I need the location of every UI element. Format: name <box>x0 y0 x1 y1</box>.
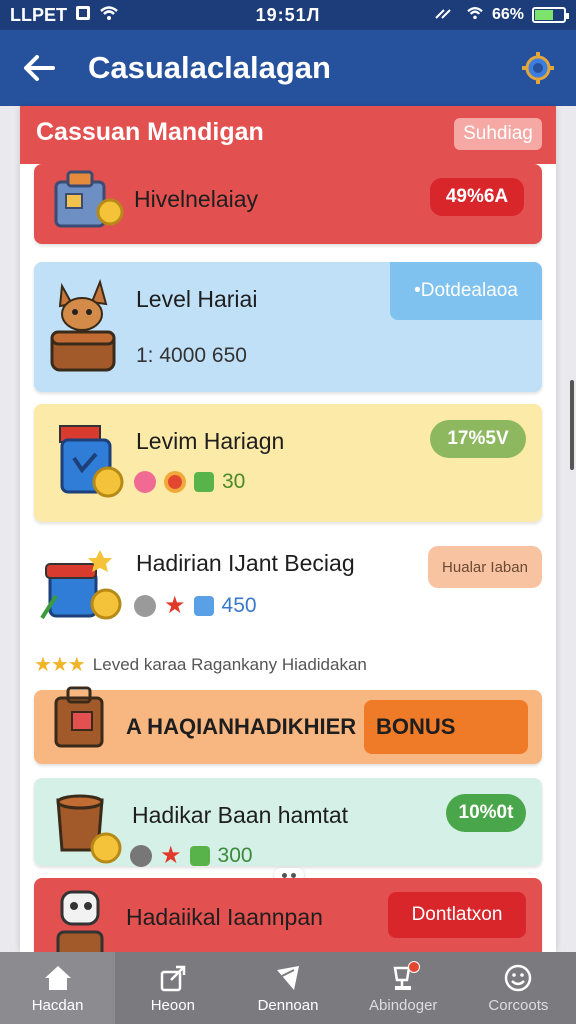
wifi-icon-right <box>466 6 484 25</box>
status-bar: LLPET 19:51Л 66% <box>0 0 576 30</box>
list-item[interactable]: Level Hariai 1: 4000 650 •Dotdealaoa <box>34 262 542 392</box>
card-stats: 30 <box>134 470 245 494</box>
block-icon <box>134 595 156 617</box>
card-title: Level Hariai <box>136 286 258 312</box>
list-item[interactable]: Hadirian IJant Beciag ★ 450 Hualar Iaban <box>34 530 542 640</box>
bonus-card[interactable]: A HAQIANHADIKHIER BONUS <box>34 686 542 764</box>
card-subtitle: 1: 4000 650 <box>136 344 247 367</box>
card-badge: 49%6A <box>430 178 524 216</box>
card-value: 300 <box>217 844 253 867</box>
battery-icon <box>532 7 569 23</box>
nav-item-send[interactable]: Dennoan <box>230 952 345 1024</box>
nav-label: Dennoan <box>257 996 319 1014</box>
send-icon <box>273 963 303 993</box>
list-item[interactable]: Hadaiikal Iaannpan Dontlatxon <box>34 878 542 952</box>
content-panel: Cassuan Mandigan Suhdiag Hivelnelaiay 49… <box>20 106 556 952</box>
nav-item-home[interactable]: Hacdan <box>0 952 116 1024</box>
treasure-chest-icon <box>52 684 110 759</box>
rating-row: ★★★ Leved karaa Ragankany Hiadidakan <box>34 652 367 677</box>
section-header-button[interactable]: Suhdiag <box>454 118 542 150</box>
card-title: Levim Hariagn <box>136 428 285 454</box>
card-value: 30 <box>222 470 246 493</box>
toolbox-icon <box>50 168 124 237</box>
list-item[interactable]: Levim Hariagn 30 17%5V <box>34 404 542 522</box>
card-badge: Hualar Iaban <box>428 546 542 588</box>
rating-text: Leved karaa Ragankany Hiadidakan <box>92 654 367 674</box>
gift-box-icon <box>40 546 128 635</box>
nav-label: Corcoots <box>488 996 549 1014</box>
blue-bag-icon <box>56 418 128 511</box>
gear-icon <box>522 52 554 84</box>
clock: 19:51Л <box>255 4 321 25</box>
robot-icon <box>52 888 112 952</box>
nav-item-trophy[interactable]: Abindoger <box>346 952 461 1024</box>
block-icon <box>130 845 152 867</box>
page-title: Casualaclalagan <box>88 50 331 85</box>
nav-label: Heoon <box>150 996 195 1014</box>
trophy-icon <box>388 960 421 993</box>
list-item[interactable]: Hadikar Baan hamtat ★ 300 10%0t <box>34 778 542 869</box>
card-badge: Dontlatxon <box>388 892 526 938</box>
nav-label: Abindoger <box>369 996 438 1014</box>
notification-badge <box>408 960 421 973</box>
scrollbar[interactable] <box>570 380 574 470</box>
share-icon <box>158 963 188 993</box>
nav-label: Hacdan <box>31 996 84 1014</box>
barrel-coin-icon <box>52 792 124 869</box>
card-title: Hadikar Baan hamtat <box>132 802 349 828</box>
target-icon <box>164 471 186 493</box>
smiley-icon <box>503 963 533 993</box>
heart-icon <box>134 471 156 493</box>
star-rating-icon: ★★★ <box>34 654 86 676</box>
settings-button[interactable] <box>518 48 558 88</box>
section-header: Cassuan Mandigan Suhdiag <box>20 106 556 164</box>
carrier-label: LLPET <box>10 4 67 25</box>
card-badge: •Dotdealaoa <box>390 262 542 320</box>
home-icon <box>43 963 73 993</box>
card-title: Hadaiikal Iaannpan <box>126 904 323 930</box>
card-title: Hivelnelaiay <box>134 186 259 212</box>
card-value: 450 <box>221 594 257 617</box>
notification-icon <box>75 5 91 26</box>
bottom-nav: Hacdan Heoon Dennoan Abindoger Corcoots <box>0 952 576 1024</box>
wifi-icon <box>99 5 119 26</box>
nav-item-contacts[interactable]: Corcoots <box>461 952 576 1024</box>
battery-percent: 66% <box>491 6 524 23</box>
signal-icon <box>434 6 458 25</box>
section-title: Cassuan Mandigan <box>36 118 264 146</box>
list-item[interactable]: Hivelnelaiay 49%6A <box>34 164 542 244</box>
arrow-left-icon <box>24 55 55 81</box>
card-badge: 10%0t <box>446 794 526 832</box>
leaf-icon <box>194 472 214 492</box>
app-bar: Casualaclalagan <box>0 30 576 106</box>
coin-icon <box>193 596 214 616</box>
star-icon: ★ <box>160 842 182 869</box>
card-stats: ★ 300 <box>130 844 253 868</box>
coin-icon <box>189 846 210 866</box>
bonus-title: A HAQIANHADIKHIER <box>126 714 357 739</box>
star-icon: ★ <box>164 592 186 619</box>
nav-item-share[interactable]: Heoon <box>115 952 230 1024</box>
back-button[interactable] <box>18 47 60 89</box>
card-stats: ★ 450 <box>134 594 257 618</box>
card-badge: 17%5V <box>430 420 526 458</box>
card-title: Hadirian IJant Beciag <box>136 550 355 576</box>
fox-chest-icon <box>48 276 122 381</box>
bonus-button[interactable]: BONUS <box>364 700 528 754</box>
